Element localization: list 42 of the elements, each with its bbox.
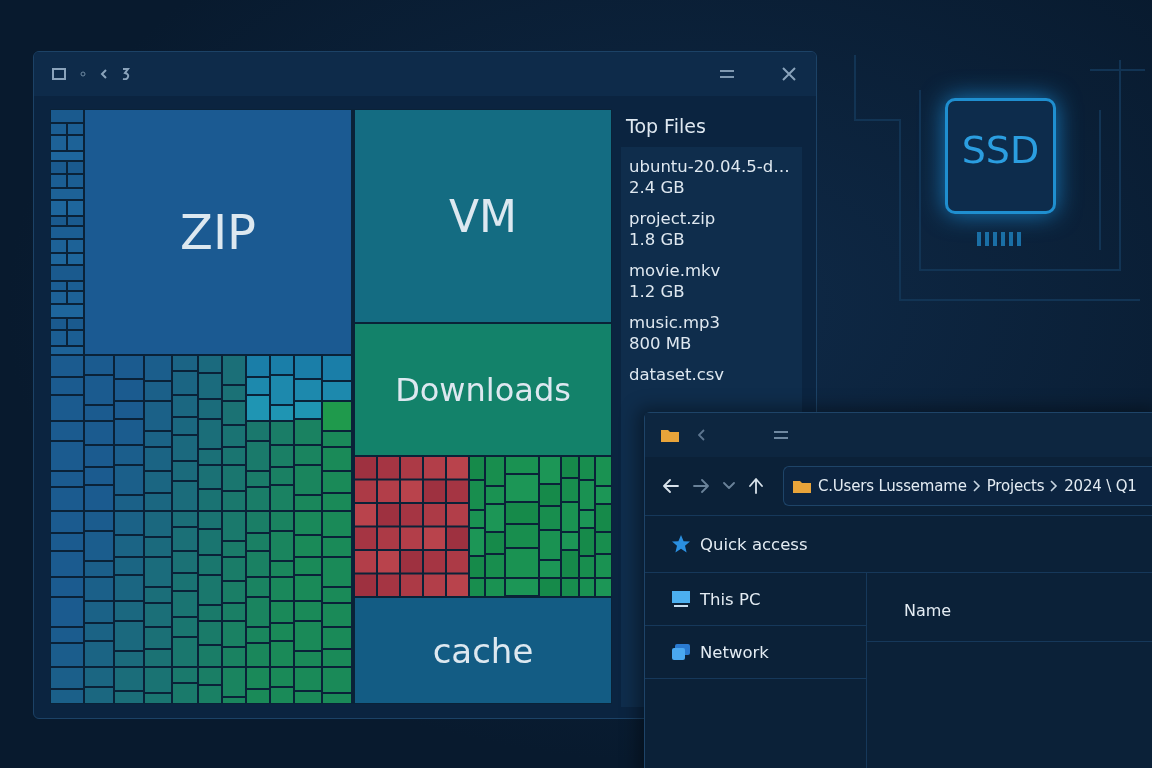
back-arrow-icon	[663, 479, 679, 493]
panel-title: Top Files	[626, 115, 707, 137]
network-icon	[671, 643, 691, 661]
close-icon	[782, 67, 796, 81]
chip-label: SSD	[961, 131, 1040, 171]
file-name[interactable]: movie.mkv	[629, 261, 794, 280]
menu-icon	[774, 431, 788, 439]
file-name[interactable]: music.mp3	[629, 313, 794, 332]
file-size: 1.2 GB	[629, 282, 686, 301]
address-bar[interactable]: C.Users Lussemame Projects 2024 \ Q1	[783, 466, 1152, 506]
chip-pins-drawing	[977, 232, 1021, 246]
star-icon	[671, 534, 691, 554]
file-name[interactable]: project.zip	[629, 209, 794, 228]
up-arrow-icon	[749, 478, 763, 494]
monitor-icon	[671, 590, 691, 608]
treemap-tile[interactable]: VM	[354, 109, 612, 323]
file-name[interactable]: ubuntu-20.04.5-d…	[629, 157, 794, 176]
nav-item[interactable]: This PC	[645, 573, 866, 626]
file-size: 2.4 GB	[629, 178, 686, 197]
treemap-tile[interactable]: Downloads	[354, 323, 612, 456]
forward-arrow-icon	[693, 479, 709, 493]
folder-icon	[660, 427, 680, 443]
breadcrumb-item[interactable]: C.Users Lussemame	[818, 477, 967, 495]
dropdown-icon	[723, 482, 735, 490]
treemap-tile[interactable]: cache	[354, 597, 612, 704]
nav-item[interactable]: Network	[645, 626, 866, 679]
window-icon	[52, 68, 66, 80]
breadcrumb-item[interactable]: 2024 \ Q1	[1064, 477, 1137, 495]
file-name[interactable]: dataset.csv	[629, 365, 794, 384]
nav-item[interactable]: Quick access	[645, 516, 1152, 573]
chevron-icon	[1050, 480, 1059, 492]
back-icon	[100, 69, 108, 79]
chevron-icon	[972, 480, 981, 492]
file-size: 1.8 GB	[629, 230, 686, 249]
menu-icon	[720, 70, 734, 78]
file-size: 800 MB	[629, 334, 693, 353]
breadcrumb-item[interactable]: Projects	[986, 477, 1045, 495]
folder-icon	[792, 478, 812, 494]
back-icon	[698, 429, 706, 441]
treemap-tile[interactable]: ZIP	[84, 109, 352, 355]
column-header[interactable]: Name	[904, 601, 952, 620]
dot-icon	[80, 71, 86, 77]
